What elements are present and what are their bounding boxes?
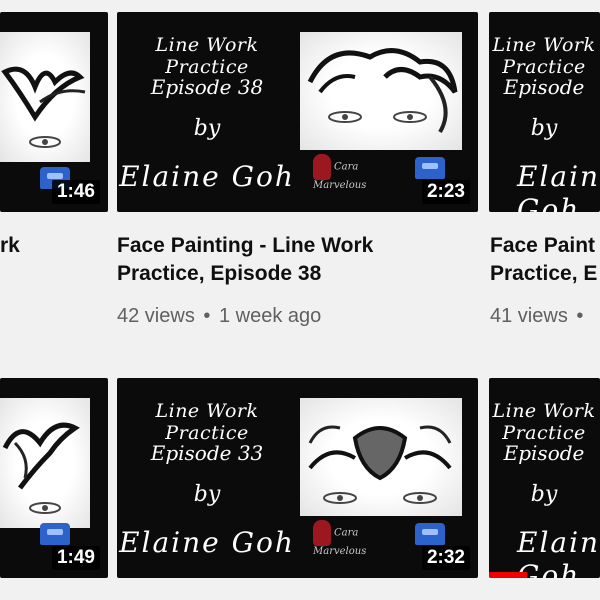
- brand-logo: Cara Marvelous: [313, 520, 391, 560]
- channel-watermark-icon: [415, 523, 445, 545]
- thumbnail-episode: Episode 33: [150, 441, 264, 465]
- thumbnail-episode: Episode 38: [150, 75, 264, 99]
- thumbnail-by: by: [193, 482, 221, 507]
- thumbnail-by: by: [193, 116, 221, 141]
- face-art: [300, 32, 462, 150]
- watch-progress-bar: [489, 572, 527, 578]
- thumbnail-author: Elaine Goh: [119, 526, 295, 559]
- thumbnail-author: Elaine Goh: [517, 160, 600, 212]
- channel-watermark-icon: [40, 523, 70, 545]
- thumbnail-by: by: [530, 116, 558, 141]
- face-art: [0, 32, 90, 162]
- video-title[interactable]: rk: [0, 232, 20, 260]
- video-meta: 41 views •: [490, 305, 586, 328]
- face-art: [0, 398, 90, 528]
- video-duration: 2:32: [421, 546, 470, 570]
- video-title[interactable]: Face Paint Practice, E: [490, 232, 597, 288]
- thumbnail-line-1: Line Work Practice: [155, 400, 259, 444]
- face-drawing-icon: [307, 48, 458, 134]
- video-meta: 42 views • 1 week ago: [117, 305, 321, 328]
- thumbnail-line-1: Line Work Practice: [492, 34, 596, 78]
- video-thumbnail[interactable]: Line Work Practice Episode 33 by Elaine …: [117, 378, 478, 578]
- thumbnail-author: Elaine Goh: [517, 526, 600, 578]
- video-thumbnail[interactable]: Line Work Practice Episode by Elaine Goh: [489, 378, 600, 578]
- video-thumbnail[interactable]: 1:49: [0, 378, 108, 578]
- video-duration: 1:46: [51, 180, 100, 204]
- thumbnail-episode: Episode: [503, 75, 585, 99]
- video-thumbnail[interactable]: Line Work Practice Episode by Elaine Goh: [489, 12, 600, 212]
- video-title[interactable]: Face Painting - Line Work Practice, Epis…: [117, 232, 373, 288]
- thumbnail-line-1: Line Work Practice: [492, 400, 596, 444]
- meta-separator: •: [576, 305, 584, 327]
- meta-separator: •: [203, 305, 211, 327]
- video-thumbnail[interactable]: Line Work Practice Episode 38 by Elaine …: [117, 12, 478, 212]
- channel-watermark-icon: [415, 157, 445, 179]
- brand-logo: Cara Marvelous: [313, 154, 391, 194]
- face-drawing-icon: [2, 422, 80, 514]
- thumbnail-by: by: [530, 482, 558, 507]
- view-count: 41 views: [490, 305, 568, 327]
- upload-age: 1 week ago: [218, 305, 322, 327]
- thumbnail-line-1: Line Work Practice: [155, 34, 259, 78]
- video-duration: 1:49: [51, 546, 100, 570]
- thumbnail-episode: Episode: [503, 441, 585, 465]
- video-duration: 2:23: [421, 180, 470, 204]
- face-art: [300, 398, 462, 516]
- thumbnail-author: Elaine Goh: [119, 160, 295, 193]
- face-drawing-icon: [1, 66, 86, 148]
- view-count: 42 views: [117, 305, 195, 327]
- face-drawing-icon: [308, 425, 452, 504]
- video-thumbnail[interactable]: 1:46: [0, 12, 108, 212]
